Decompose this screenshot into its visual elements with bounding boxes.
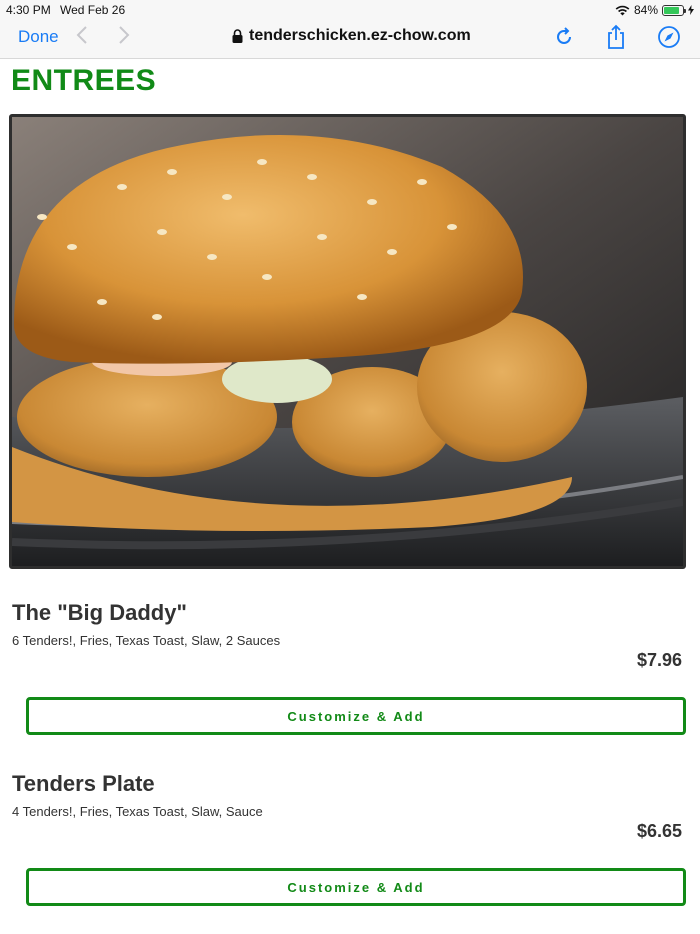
status-bar: 4:30 PM Wed Feb 26 84% (0, 0, 700, 20)
address-bar[interactable]: tenderschicken.ez-chow.com (232, 27, 471, 45)
charging-icon (688, 5, 694, 15)
menu-item-title: The "Big Daddy" (12, 600, 187, 625)
lock-icon (232, 29, 243, 43)
battery-icon (662, 4, 686, 16)
back-chevron-icon[interactable] (76, 25, 88, 51)
url-text: tenderschicken.ez-chow.com (249, 27, 471, 44)
menu-item-title: Tenders Plate (12, 771, 155, 796)
status-right: 84% (615, 3, 694, 17)
status-time: 4:30 PM (6, 3, 51, 17)
menu-item-price: $6.65 (636, 821, 682, 841)
customize-add-button[interactable]: Customize & Add (26, 697, 686, 735)
menu-item-description: 4 Tenders!, Fries, Texas Toast, Slaw, Sa… (12, 804, 263, 819)
chicken-sandwich-photo (9, 114, 686, 569)
forward-chevron-icon[interactable] (118, 25, 130, 51)
battery-percent: 84% (633, 3, 658, 17)
status-date: Wed Feb 26 (60, 3, 126, 17)
customize-add-button[interactable]: Customize & Add (26, 868, 686, 906)
menu-item-description: 6 Tenders!, Fries, Texas Toast, Slaw, 2 … (12, 633, 281, 648)
browser-toolbar: Done tenderschicken.ez-chow.com (0, 20, 700, 59)
wifi-icon (615, 5, 630, 15)
section-heading: ENTREES (11, 64, 157, 97)
menu-item-price: $7.96 (636, 650, 682, 670)
compass-icon[interactable] (656, 24, 682, 50)
share-icon[interactable] (603, 24, 629, 50)
done-button[interactable]: Done (18, 27, 59, 47)
reload-icon[interactable] (551, 24, 577, 50)
